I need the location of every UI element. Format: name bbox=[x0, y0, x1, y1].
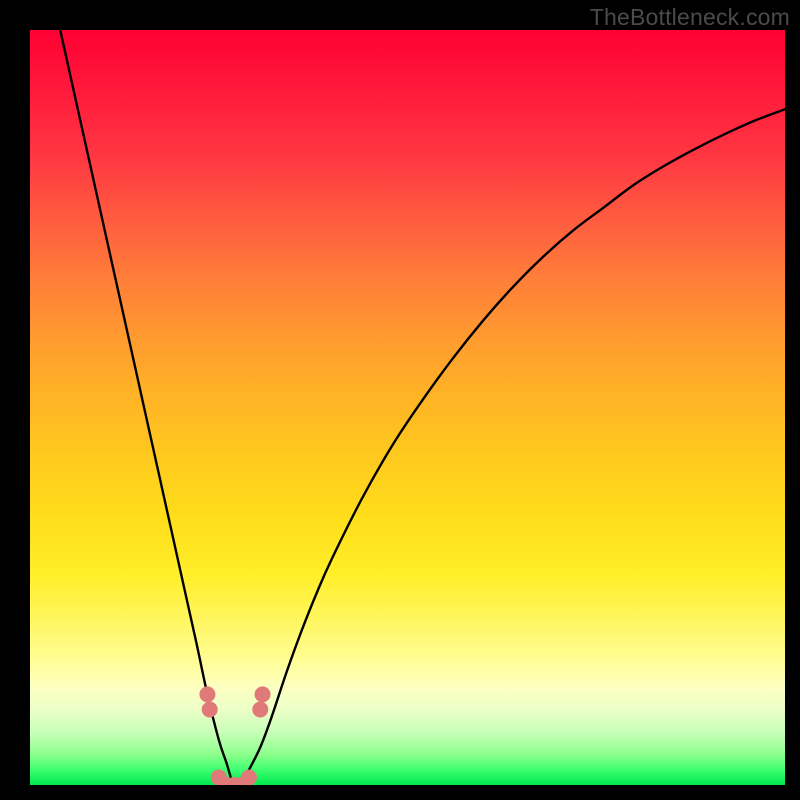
chart-frame: TheBottleneck.com bbox=[0, 0, 800, 800]
curve-layer bbox=[30, 30, 785, 785]
bottleneck-curve bbox=[60, 30, 785, 785]
plot-area bbox=[30, 30, 785, 785]
curve-marker bbox=[199, 686, 215, 702]
curve-markers bbox=[199, 686, 270, 785]
curve-marker bbox=[252, 702, 268, 718]
curve-marker bbox=[255, 686, 271, 702]
watermark-text: TheBottleneck.com bbox=[590, 4, 790, 31]
curve-marker bbox=[241, 769, 257, 785]
curve-marker bbox=[202, 702, 218, 718]
